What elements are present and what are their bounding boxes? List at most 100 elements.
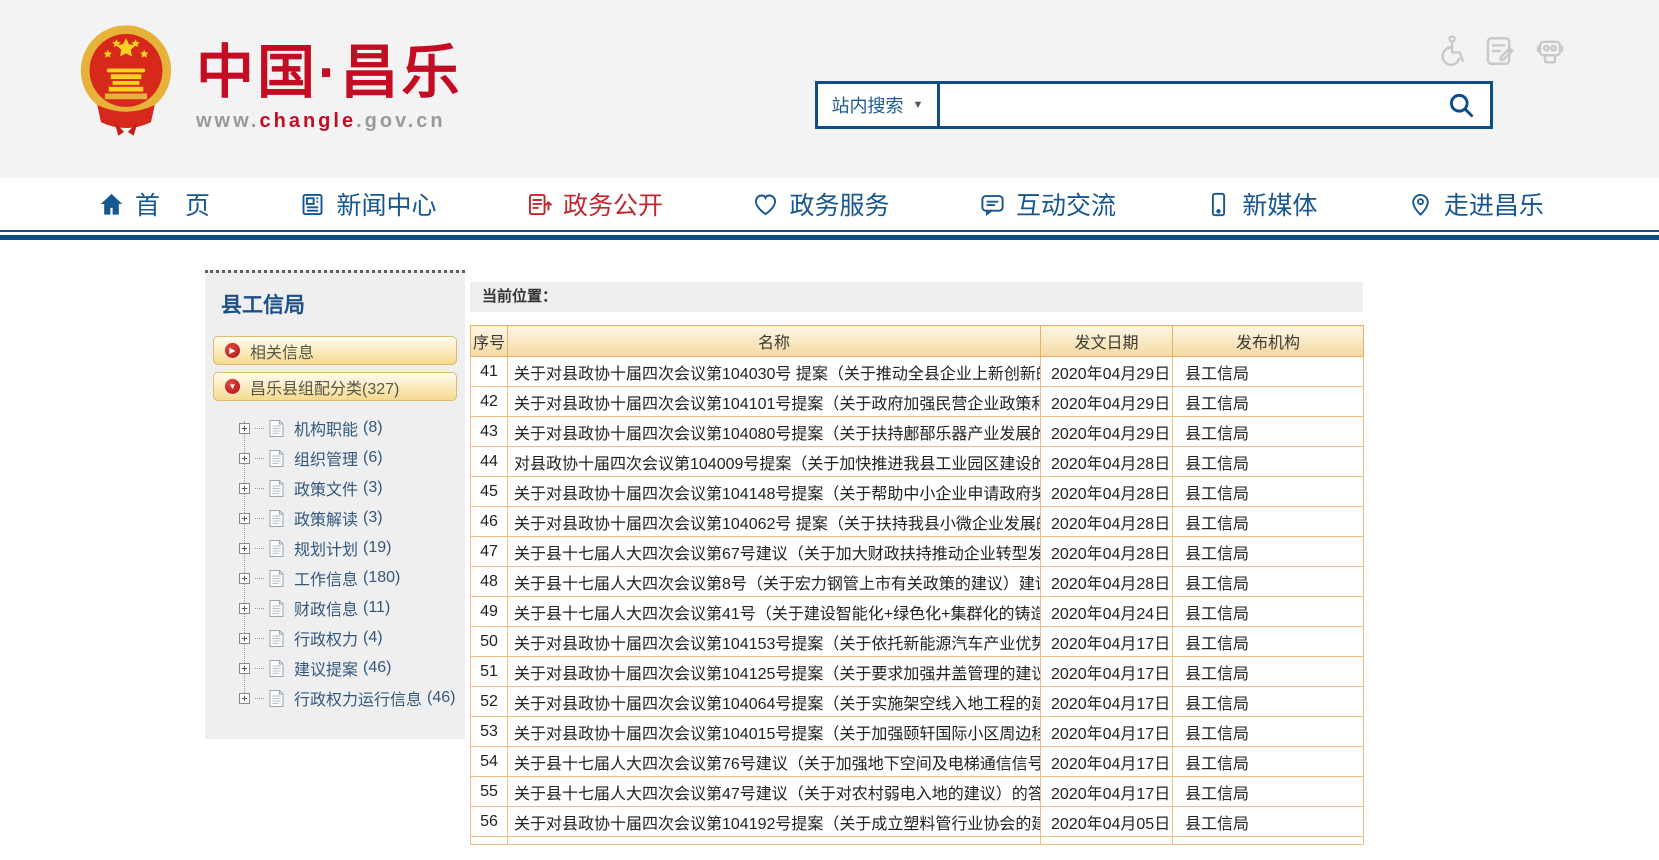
brand-text: 中国·昌乐 www.changle.gov.cn [196,22,462,133]
document-title-link[interactable]: 关于县十七届人大四次会议第47号建议（关于对农村弱电入地的建议）的答复 [508,777,1041,807]
expand-plus-icon[interactable] [239,423,250,434]
table-row: 48 关于县十七届人大四次会议第8号（关于宏力钢管上市有关政策的建议）建议的答.… [471,567,1364,597]
site-logo[interactable]: 中国·昌乐 www.changle.gov.cn [78,22,462,140]
document-icon [269,480,284,497]
table-row: 45 关于对县政协十届四次会议第104148号提案（关于帮助中小企业申请政府奖励… [471,477,1364,507]
publish-date: 2020年04月29日 [1041,387,1173,417]
document-title-link[interactable]: 关于对县政协十届四次会议第104125号提案（关于要求加强井盖管理的建议）的..… [508,657,1041,687]
document-title-link[interactable]: 关于对县政协十届四次会议第104101号提案（关于政府加强民营企业政策和管理..… [508,387,1041,417]
expand-plus-icon[interactable] [239,633,250,644]
document-icon [269,600,284,617]
tree-item[interactable]: 财政信息(11) [239,593,465,623]
tree-connector [255,428,264,429]
tree-connector [255,638,264,639]
search-scope-select[interactable]: 站内搜索 ▼ [818,84,940,126]
tree-connector [255,518,264,519]
publish-org: 县工信局 [1173,477,1364,507]
search-scope-label: 站内搜索 [832,92,904,118]
row-number: 50 [471,627,508,657]
document-title-link[interactable]: 关于对县政协十届四次会议第104030号 提案（关于推动全县企业上新创新的提..… [508,357,1041,387]
table-row: 51 关于对县政协十届四次会议第104125号提案（关于要求加强井盖管理的建议）… [471,657,1364,687]
search-input[interactable] [940,84,1432,126]
accessibility-icon[interactable] [1433,34,1467,68]
tree-item-count: (46) [427,689,455,707]
expand-plus-icon[interactable] [239,483,250,494]
tree-item[interactable]: 行政权力运行信息(46) [239,683,465,713]
smartphone-icon [1205,191,1232,218]
document-title-link[interactable]: 关于县十七届人大四次会议第8号（关于宏力钢管上市有关政策的建议）建议的答... [508,567,1041,597]
row-number: 48 [471,567,508,597]
expand-plus-icon[interactable] [239,663,250,674]
nav-home[interactable]: 首 页 [98,186,210,222]
publish-date: 2020年04月28日 [1041,477,1173,507]
table-row: 52 关于对县政协十届四次会议第104064号提案（关于实施架空线入地工程的建议… [471,687,1364,717]
tree-item-count: (8) [363,419,383,437]
feedback-edit-icon[interactable] [1483,34,1517,68]
col-header-date: 发文日期 [1041,326,1173,357]
nav-interaction[interactable]: 互动交流 [979,186,1116,222]
expand-plus-icon[interactable] [239,453,250,464]
publish-date: 2020年04月17日 [1041,777,1173,807]
chat-icon [979,191,1006,218]
document-title-link[interactable]: 关于对县政协十届四次会议第104015号提案（关于加强颐轩国际小区周边移动信..… [508,717,1041,747]
nav-new-media[interactable]: 新媒体 [1205,186,1317,222]
table-row: 53 关于对县政协十届四次会议第104015号提案（关于加强颐轩国际小区周边移动… [471,717,1364,747]
row-number: 44 [471,447,508,477]
document-title-link[interactable]: 关于对县政协十届四次会议第104080号提案（关于扶持鄌郚乐器产业发展的建议..… [508,417,1041,447]
tree-item-count: (46) [363,659,391,677]
publish-org: 县工信局 [1173,657,1364,687]
tree-item[interactable]: 行政权力(4) [239,623,465,653]
document-title-link[interactable]: 关于对县政协十届四次会议第104192号提案（关于成立塑料管行业协会的建议的..… [508,807,1041,837]
tree-item[interactable]: 工作信息(180) [239,563,465,593]
tree-item-count: (4) [363,629,383,647]
header-quick-icons [1433,34,1567,68]
tree-item[interactable]: 机构职能(8) [239,413,465,443]
tree-connector [255,488,264,489]
document-title-link[interactable]: 关于对县政协十届四次会议第104153号提案（关于依托新能源汽车产业优势，推..… [508,627,1041,657]
sidebar-related-info-button[interactable]: ▶ 相关信息 [213,336,457,365]
publish-date: 2020年04月17日 [1041,717,1173,747]
expand-plus-icon[interactable] [239,603,250,614]
nav-gov-services[interactable]: 政务服务 [752,186,889,222]
robot-icon[interactable] [1533,34,1567,68]
nav-about-changle[interactable]: 走进昌乐 [1407,186,1544,222]
document-share-icon [526,191,553,218]
publish-org: 县工信局 [1173,507,1364,537]
tree-item[interactable]: 建议提案(46) [239,653,465,683]
document-icon [269,660,284,677]
publish-date: 2020年04月28日 [1041,567,1173,597]
publish-date: 2020年04月29日 [1041,357,1173,387]
tree-item-count: (3) [363,509,383,527]
document-title-link[interactable]: 关于对县政协十届四次会议第104148号提案（关于帮助中小企业申请政府奖励补..… [508,477,1041,507]
nav-news-center[interactable]: 新闻中心 [299,186,436,222]
document-title-link[interactable]: 关于县十七届人大四次会议第41号（关于建设智能化+绿色化+集群化的铸造行... [508,597,1041,627]
expand-plus-icon[interactable] [239,573,250,584]
tree-item[interactable]: 组织管理(6) [239,443,465,473]
tree-item-label: 政策文件 [294,476,358,500]
table-row: 42 关于对县政协十届四次会议第104101号提案（关于政府加强民营企业政策和管… [471,387,1364,417]
expand-plus-icon[interactable] [239,693,250,704]
document-title-link[interactable]: 关于县十七届人大四次会议第76号建议（关于加强地下空间及电梯通信信号覆盖... [508,747,1041,777]
tree-item-count: (3) [363,479,383,497]
table-row: 47 关于县十七届人大四次会议第67号建议（关于加大财政扶持推动企业转型发展的.… [471,537,1364,567]
document-icon [269,630,284,647]
row-number: 56 [471,807,508,837]
search-button[interactable] [1432,84,1490,126]
table-row: 50 关于对县政协十届四次会议第104153号提案（关于依托新能源汽车产业优势，… [471,627,1364,657]
publish-date: 2020年04月28日 [1041,537,1173,567]
sidebar-category-button[interactable]: ▼ 昌乐县组配分类(327) [213,372,457,401]
document-title-link[interactable]: 对县政协十届四次会议第104009号提案（关于加快推进我县工业园区建设的建议..… [508,447,1041,477]
tree-item-label: 政策解读 [294,506,358,530]
document-title-link[interactable]: 关于对县政协十届四次会议第104064号提案（关于实施架空线入地工程的建议）..… [508,687,1041,717]
expand-plus-icon[interactable] [239,513,250,524]
breadcrumb: 当前位置： [470,282,1363,312]
tree-item[interactable]: 规划计划(19) [239,533,465,563]
table-row: 41 关于对县政协十届四次会议第104030号 提案（关于推动全县企业上新创新的… [471,357,1364,387]
document-title-link[interactable]: 关于县十七届人大四次会议第67号建议（关于加大财政扶持推动企业转型发展的... [508,537,1041,567]
document-title-link[interactable]: 关于对县政协十届四次会议第104062号 提案（关于扶持我县小微企业发展的建..… [508,507,1041,537]
expand-plus-icon[interactable] [239,543,250,554]
tree-item[interactable]: 政策解读 (3) [239,503,465,533]
nav-gov-disclosure[interactable]: 政务公开 [526,186,663,222]
tree-item[interactable]: 政策文件 (3) [239,473,465,503]
publish-org: 县工信局 [1173,807,1364,837]
